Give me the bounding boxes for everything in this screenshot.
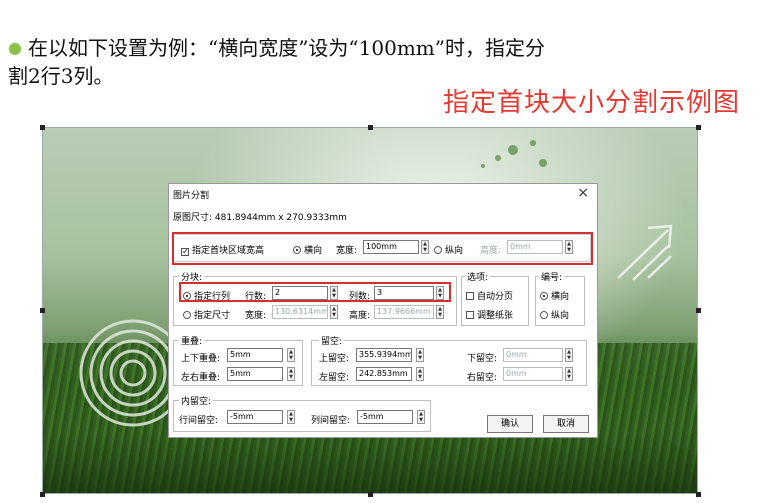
margin-group-title: 留空: [319, 334, 345, 347]
image-split-dialog: 图片分割 × 原图尺寸: 481.8944mm x 270.9333mm ✓ 指定… [168, 183, 598, 438]
margin-top-label: 上留空: [319, 354, 350, 364]
original-size-text: 原图尺寸: 481.8944mm x 270.9333mm [173, 213, 347, 223]
resize-handle-top[interactable] [368, 125, 373, 130]
checkbox-unchecked-icon [466, 311, 474, 319]
margin-top-input[interactable]: 355.9394mm [356, 348, 412, 362]
margin-right-label: 右留空: [467, 373, 498, 383]
split-width-input[interactable]: 130.6314mm [272, 305, 328, 319]
overlap-left-right-input[interactable]: 5mm [227, 367, 283, 381]
numbering-horizontal-radio[interactable]: 横向 [540, 289, 569, 302]
margin-bottom-label: 下留空: [467, 354, 498, 364]
col-gap-label: 列间留空: [311, 416, 351, 426]
dialog-title: 图片分割 [173, 191, 210, 201]
margin-right-input[interactable]: 0mm [503, 367, 563, 381]
bullet-line-1: 在以如下设置为例：“横向宽度”设为“100mm”时，指定分 [27, 36, 545, 60]
bullet-dot-icon: ● [8, 38, 22, 57]
overlap-top-bottom-label: 上下重叠: [181, 354, 221, 364]
margin-bottom-spinner[interactable]: ▲ ▼ [565, 348, 573, 362]
auto-page-label: 自动分页 [477, 292, 514, 302]
split-height-spinner[interactable]: ▲ ▼ [436, 305, 444, 319]
overlap-group-title: 重叠: [179, 334, 205, 347]
cancel-button[interactable]: 取消 [543, 415, 589, 433]
ok-button[interactable]: 确认 [487, 415, 533, 433]
checkbox-unchecked-icon [466, 292, 474, 300]
resize-handle-tr[interactable] [696, 125, 701, 130]
radio-unselected-icon [540, 311, 548, 319]
caption-title: 指定首块大小分割示例图 [443, 88, 741, 118]
split-size-radio[interactable]: 指定尺寸 [183, 308, 230, 321]
col-gap-spinner[interactable]: ▲ ▼ [417, 410, 425, 424]
margin-top-spinner[interactable]: ▲ ▼ [416, 348, 424, 362]
adjust-paper-label: 调整纸张 [477, 311, 514, 321]
overlap-top-bottom-input[interactable]: 5mm [227, 348, 283, 362]
numbering-vertical-label: 纵向 [551, 311, 570, 321]
row-gap-spinner[interactable]: ▲ ▼ [287, 410, 295, 424]
split-width-spinner[interactable]: ▲ ▼ [330, 305, 338, 319]
auto-page-checkbox[interactable]: 自动分页 [466, 289, 513, 302]
split-width-label: 宽度: [245, 311, 267, 321]
resize-handle-bottom[interactable] [368, 492, 373, 497]
options-group-title: 选项: [465, 270, 491, 283]
resize-handle-left[interactable] [40, 308, 45, 313]
margin-right-spinner[interactable]: ▲ ▼ [565, 367, 573, 381]
margin-left-spinner[interactable]: ▲ ▼ [416, 367, 424, 381]
close-icon[interactable]: × [577, 185, 589, 201]
dialog-titlebar: 图片分割 × [169, 184, 597, 204]
resize-handle-bl[interactable] [40, 492, 45, 497]
margin-bottom-input[interactable]: 0mm [503, 348, 563, 362]
split-size-label: 指定尺寸 [194, 311, 231, 321]
overlap-left-right-label: 左右重叠: [181, 373, 221, 383]
split-height-label: 高度: [349, 311, 371, 321]
resize-handle-br[interactable] [696, 492, 701, 497]
row-gap-input[interactable]: -5mm [227, 410, 283, 424]
numbering-group-title: 编号: [539, 270, 565, 283]
highlight-box-first-block [172, 232, 593, 265]
overlap-left-right-spinner[interactable]: ▲ ▼ [287, 367, 295, 381]
arrow-decoration-icon [617, 224, 673, 281]
col-gap-input[interactable]: -5mm [357, 410, 413, 424]
margin-left-input[interactable]: 242.853mm [356, 367, 412, 381]
adjust-paper-checkbox[interactable]: 调整纸张 [466, 308, 513, 321]
margin-left-label: 左留空: [319, 373, 350, 383]
numbering-vertical-radio[interactable]: 纵向 [540, 308, 569, 321]
split-height-input[interactable]: 137.9666mm [374, 305, 434, 319]
resize-handle-right[interactable] [696, 308, 701, 313]
dots-decoration-icon [481, 140, 547, 168]
inner-margin-group-title: 内留空: [179, 394, 214, 407]
radio-unselected-icon [183, 311, 191, 319]
highlight-box-rowcol [179, 282, 451, 302]
row-gap-label: 行间留空: [179, 416, 219, 426]
numbering-horizontal-label: 横向 [551, 292, 570, 302]
overlap-top-bottom-spinner[interactable]: ▲ ▼ [287, 348, 295, 362]
radio-selected-icon [540, 292, 548, 300]
bullet-line-2: 割2行3列。 [8, 64, 114, 88]
resize-handle-tl[interactable] [40, 125, 45, 130]
